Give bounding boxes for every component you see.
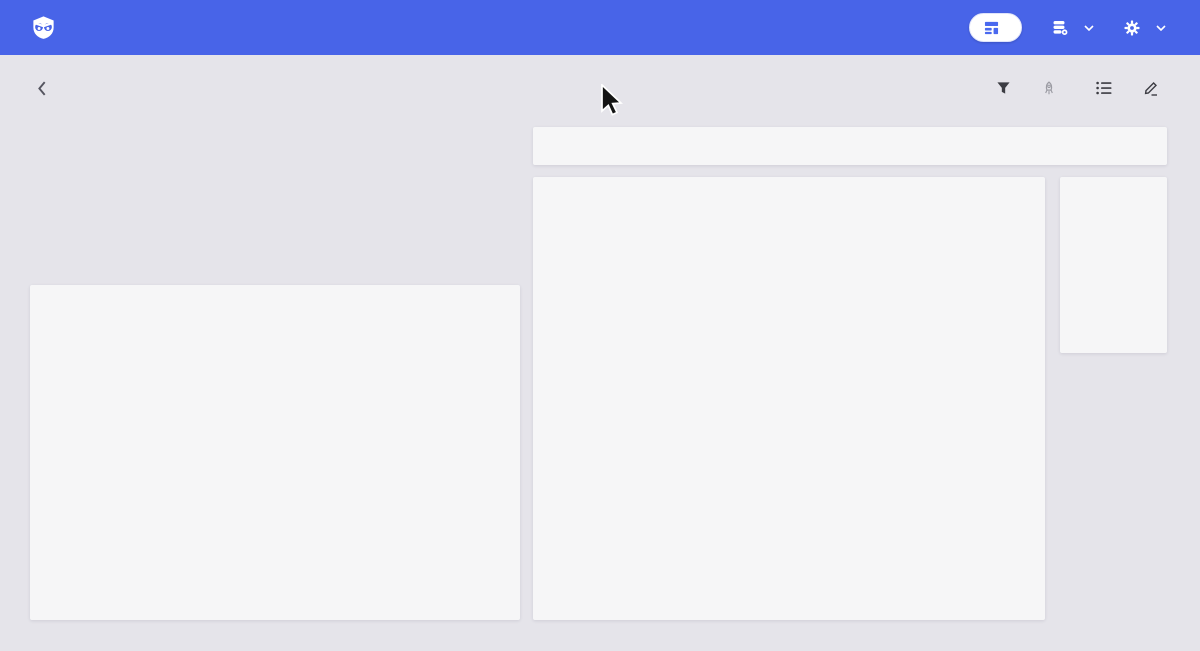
options-button[interactable] — [1096, 81, 1119, 95]
legend-dot-order-id — [780, 577, 791, 588]
edit-button[interactable] — [1143, 80, 1166, 96]
dashboard-grid-icon — [984, 20, 999, 35]
top-navbar — [0, 0, 1200, 55]
kpi-row — [30, 127, 520, 273]
sales-volume-panel — [30, 285, 520, 620]
metric-overview-panel — [533, 177, 1045, 620]
nav-settings[interactable] — [1124, 20, 1166, 36]
pie-chart-svg — [30, 285, 520, 620]
gear-icon — [1124, 20, 1140, 36]
filter-funnel-icon — [996, 81, 1011, 95]
pencil-icon — [1143, 80, 1159, 96]
date-range-panel — [1060, 177, 1167, 353]
chevron-down-icon — [1156, 25, 1166, 31]
bar-chart-legend[interactable] — [533, 577, 1045, 588]
owl-logo-icon — [30, 14, 57, 41]
list-icon — [1096, 81, 1112, 95]
chevron-left-icon — [36, 80, 47, 97]
dashboard-header — [0, 55, 1200, 121]
brand-logo[interactable] — [30, 14, 67, 41]
boost-toggle[interactable] — [1042, 81, 1072, 96]
add-filter-button[interactable] — [996, 81, 1018, 95]
metric-control-panel — [533, 127, 1167, 165]
bar-chart-svg — [533, 177, 1045, 620]
nav-dashboards-button[interactable] — [969, 13, 1022, 42]
nav-data-warehouse[interactable] — [1052, 20, 1094, 36]
app-root — [0, 0, 1200, 651]
back-button[interactable] — [30, 77, 52, 99]
navbar-menu — [969, 13, 1166, 42]
rocket-icon — [1042, 81, 1056, 96]
chevron-down-icon — [1084, 25, 1094, 31]
header-actions — [996, 80, 1166, 96]
database-icon — [1052, 20, 1068, 36]
